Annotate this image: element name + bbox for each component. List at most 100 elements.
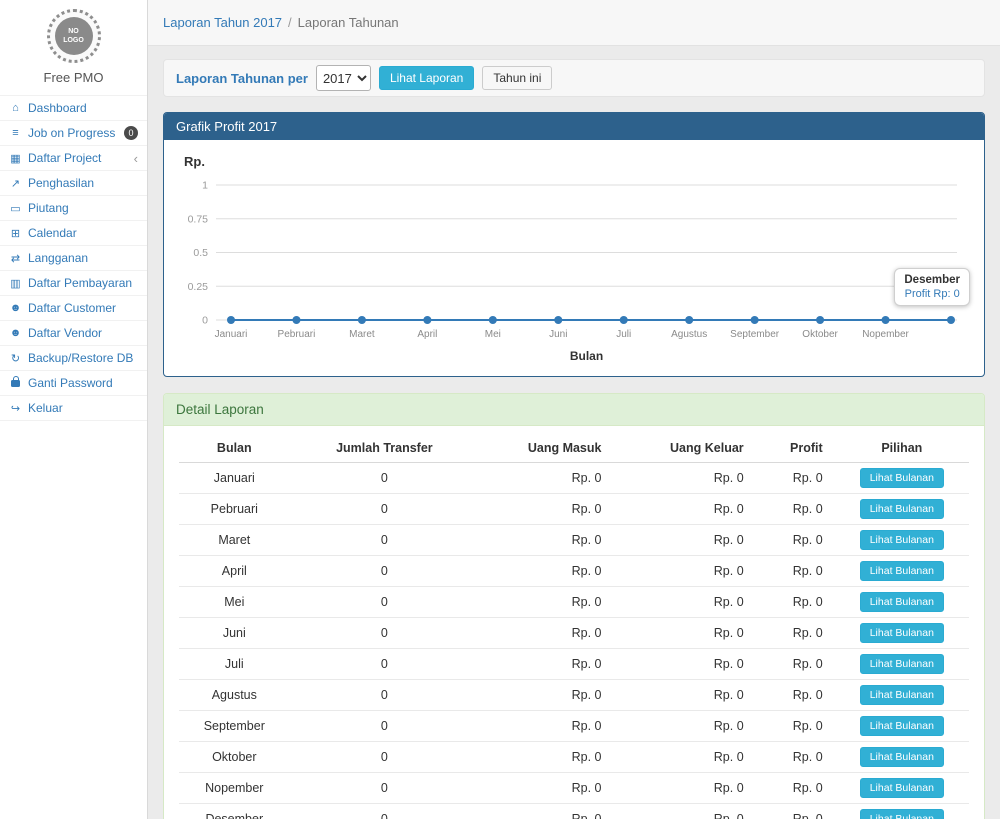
svg-text:0.5: 0.5 [193,247,208,259]
svg-text:Rp.: Rp. [184,154,205,169]
cell-uang-masuk: Rp. 0 [479,680,613,711]
col-bulan: Bulan [179,434,290,463]
cell-uang-masuk: Rp. 0 [479,525,613,556]
report-table: Bulan Jumlah Transfer Uang Masuk Uang Ke… [179,434,969,819]
vendors-icon: ☻ [9,327,22,339]
no-logo-stamp-text: NO LOGO [55,17,93,55]
lihat-bulanan-button[interactable]: Lihat Bulanan [860,499,944,519]
breadcrumb: Laporan Tahun 2017/Laporan Tahunan [148,0,1000,46]
cell-bulan: April [179,556,290,587]
project-table-icon: ▦ [9,152,22,165]
cell-jumlah-transfer: 0 [290,463,480,494]
brand-name: Free PMO [0,70,147,85]
cell-jumlah-transfer: 0 [290,556,480,587]
lihat-bulanan-button[interactable]: Lihat Bulanan [860,468,944,488]
sidebar-item-piutang[interactable]: ▭ Piutang [0,195,147,220]
breadcrumb-year-link[interactable]: Laporan Tahun 2017 [163,15,282,30]
svg-text:Juni: Juni [549,329,567,340]
sidebar-item-job-on-progress[interactable]: ≡ Job on Progress 0 [0,120,147,145]
backup-refresh-icon: ↻ [9,352,22,365]
report-table-row: Pebruari 0 Rp. 0 Rp. 0 Rp. 0 Lihat Bulan… [179,494,969,525]
report-table-row: Nopember 0 Rp. 0 Rp. 0 Rp. 0 Lihat Bulan… [179,773,969,804]
subscription-repeat-icon: ⇄ [9,252,22,265]
svg-text:Agustus: Agustus [671,329,707,340]
lihat-bulanan-button[interactable]: Lihat Bulanan [860,561,944,581]
sidebar-item-penghasilan[interactable]: ↗ Penghasilan [0,170,147,195]
cell-bulan: Mei [179,587,290,618]
cell-pilihan: Lihat Bulanan [835,649,969,680]
svg-text:1: 1 [202,180,208,192]
income-chart-icon: ↗ [9,177,22,190]
cell-uang-masuk: Rp. 0 [479,618,613,649]
payment-card-icon: ▥ [9,277,22,290]
cell-pilihan: Lihat Bulanan [835,494,969,525]
cell-jumlah-transfer: 0 [290,680,480,711]
lihat-bulanan-button[interactable]: Lihat Bulanan [860,809,944,819]
sidebar-item-ganti-password[interactable]: Ganti Password [0,370,147,395]
report-table-row: Juni 0 Rp. 0 Rp. 0 Rp. 0 Lihat Bulanan [179,618,969,649]
cell-jumlah-transfer: 0 [290,587,480,618]
cell-uang-keluar: Rp. 0 [613,649,755,680]
chart-panel-title: Grafik Profit 2017 [164,113,984,140]
cell-bulan: Agustus [179,680,290,711]
svg-text:0.25: 0.25 [188,281,209,293]
lihat-bulanan-button[interactable]: Lihat Bulanan [860,716,944,736]
sidebar-item-calendar[interactable]: ⊞ Calendar [0,220,147,245]
app-logo: NO LOGO [47,9,101,63]
menu-label: Daftar Vendor [28,326,102,340]
lihat-bulanan-button[interactable]: Lihat Bulanan [860,530,944,550]
filter-label: Laporan Tahunan per [176,71,308,86]
col-uang-keluar: Uang Keluar [613,434,755,463]
sidebar-item-dashboard[interactable]: ⌂ Dashboard [0,95,147,120]
menu-label: Ganti Password [28,376,113,390]
menu-label: Langganan [28,251,88,265]
cell-jumlah-transfer: 0 [290,649,480,680]
year-select[interactable]: 2017 [316,65,371,91]
tooltip-value: Profit Rp: 0 [904,288,960,300]
col-pilihan: Pilihan [835,434,969,463]
lihat-bulanan-button[interactable]: Lihat Bulanan [860,654,944,674]
menu-label: Daftar Pembayaran [28,276,132,290]
cell-jumlah-transfer: 0 [290,711,480,742]
sidebar-item-langganan[interactable]: ⇄ Langganan [0,245,147,270]
lihat-laporan-button[interactable]: Lihat Laporan [379,66,474,90]
sidebar: NO LOGO Free PMO ⌂ Dashboard ≡ Job on Pr… [0,0,148,819]
cell-profit: Rp. 0 [756,773,835,804]
cell-pilihan: Lihat Bulanan [835,804,969,819]
chart-tooltip: Desember Profit Rp: 0 [894,268,970,306]
cell-profit: Rp. 0 [756,742,835,773]
sidebar-item-daftar-pembayaran[interactable]: ▥ Daftar Pembayaran [0,270,147,295]
sidebar-item-keluar[interactable]: ↪ Keluar [0,395,147,421]
cell-profit: Rp. 0 [756,649,835,680]
lihat-bulanan-button[interactable]: Lihat Bulanan [860,778,944,798]
sidebar-item-daftar-project[interactable]: ▦ Daftar Project ‹ [0,145,147,170]
report-table-row: Desember 0 Rp. 0 Rp. 0 Rp. 0 Lihat Bulan… [179,804,969,819]
lihat-bulanan-button[interactable]: Lihat Bulanan [860,747,944,767]
cell-uang-keluar: Rp. 0 [613,525,755,556]
cell-pilihan: Lihat Bulanan [835,556,969,587]
profit-chart: Rp.10.750.50.250JanuariPebruariMaretApri… [176,150,972,370]
svg-text:September: September [730,329,780,340]
svg-text:Oktober: Oktober [802,329,838,340]
svg-text:April: April [417,329,437,340]
report-table-row: April 0 Rp. 0 Rp. 0 Rp. 0 Lihat Bulanan [179,556,969,587]
cell-profit: Rp. 0 [756,556,835,587]
sidebar-item-backup-restore-db[interactable]: ↻ Backup/Restore DB [0,345,147,370]
detail-body: Bulan Jumlah Transfer Uang Masuk Uang Ke… [164,426,984,819]
menu-label: Daftar Project [28,151,101,165]
cell-uang-keluar: Rp. 0 [613,711,755,742]
cell-uang-keluar: Rp. 0 [613,494,755,525]
main-area: Laporan Tahun 2017/Laporan Tahunan Lapor… [148,0,1000,819]
lihat-bulanan-button[interactable]: Lihat Bulanan [860,685,944,705]
lihat-bulanan-button[interactable]: Lihat Bulanan [860,592,944,612]
svg-text:Maret: Maret [349,329,375,340]
cell-profit: Rp. 0 [756,525,835,556]
sidebar-item-daftar-vendor[interactable]: ☻ Daftar Vendor [0,320,147,345]
tahun-ini-button[interactable]: Tahun ini [482,66,552,90]
svg-text:Januari: Januari [215,329,248,340]
cell-profit: Rp. 0 [756,711,835,742]
sidebar-item-daftar-customer[interactable]: ☻ Daftar Customer [0,295,147,320]
svg-text:Juli: Juli [616,329,631,340]
chart-body: Rp.10.750.50.250JanuariPebruariMaretApri… [164,140,984,376]
lihat-bulanan-button[interactable]: Lihat Bulanan [860,623,944,643]
